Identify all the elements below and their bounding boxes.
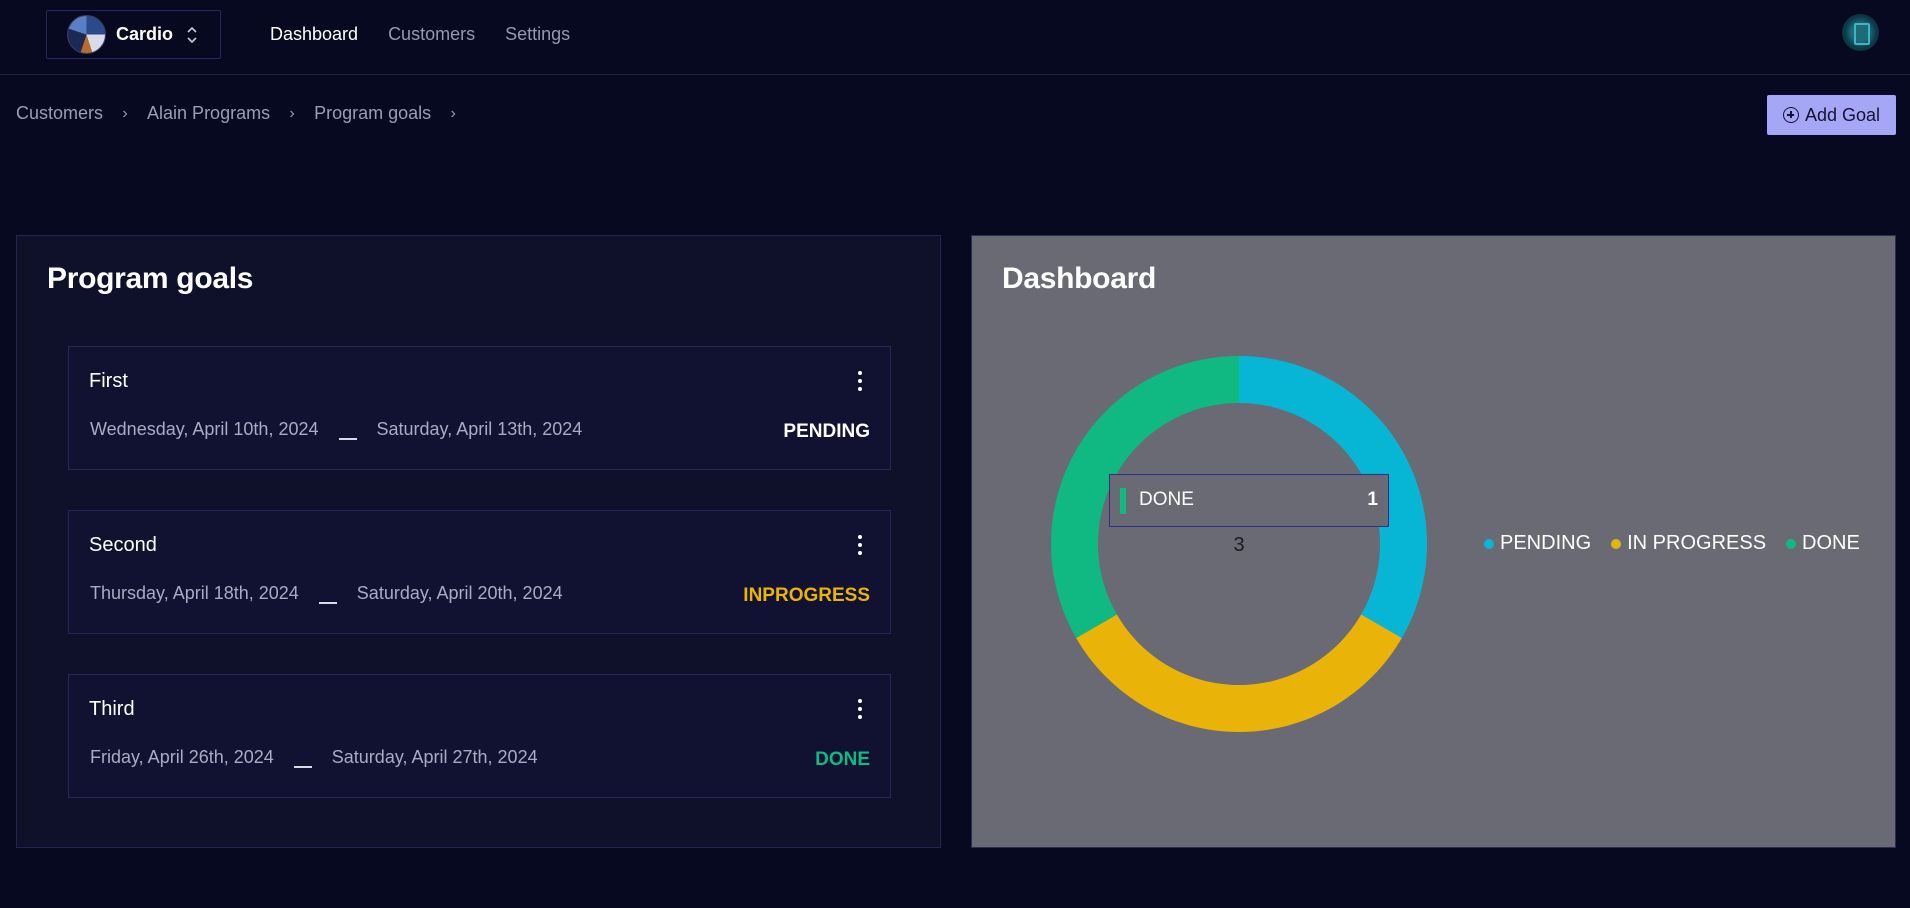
chevron-right-icon: › (122, 104, 128, 122)
goal-status-badge: PENDING (783, 421, 870, 442)
nav-customers[interactable]: Customers (388, 22, 475, 46)
breadcrumb-customers[interactable]: Customers (16, 103, 103, 124)
program-goals-panel: Program goals First Wednesday, April 10t… (16, 235, 941, 848)
goal-end-date: Saturday, April 13th, 2024 (376, 419, 583, 439)
legend-dot (1611, 538, 1622, 549)
more-vertical-icon[interactable] (856, 533, 864, 557)
chart-legend: PENDING IN PROGRESS DONE (1484, 532, 1860, 555)
goal-status-badge: INPROGRESS (743, 585, 870, 606)
date-separator (293, 754, 312, 768)
dashboard-panel: Dashboard 3 DONE 1 PENDING IN PROGRESS DON… (971, 235, 1896, 848)
legend-item-in-progress[interactable]: IN PROGRESS (1611, 532, 1766, 555)
chevron-right-icon: › (289, 104, 295, 122)
user-avatar[interactable] (1842, 14, 1879, 51)
legend-item-done[interactable]: DONE (1786, 532, 1860, 555)
donut-center-total: 3 (1233, 534, 1244, 556)
goal-start-date: Wednesday, April 10th, 2024 (90, 419, 319, 439)
goal-dates: Wednesday, April 10th, 2024 Saturday, Ap… (90, 419, 582, 440)
add-goal-button[interactable]: Add Goal (1767, 95, 1896, 135)
goal-start-date: Friday, April 26th, 2024 (90, 747, 274, 767)
tooltip-value: 1 (1367, 489, 1378, 510)
date-separator (318, 590, 337, 604)
donut-slice-in-progress[interactable] (1076, 614, 1402, 733)
legend-label: PENDING (1500, 532, 1592, 554)
chart-tooltip: DONE 1 (1109, 474, 1389, 527)
legend-dot (1484, 538, 1494, 549)
add-goal-label: Add Goal (1804, 104, 1881, 125)
breadcrumb-program-goals[interactable]: Program goals (314, 103, 431, 124)
goal-end-date: Saturday, April 20th, 2024 (356, 583, 563, 603)
legend-label: DONE (1802, 532, 1860, 554)
goal-dates: Friday, April 26th, 2024 Saturday, April… (90, 747, 538, 768)
team-name: Cardio (116, 24, 174, 44)
tooltip-swatch (1120, 488, 1126, 514)
goal-card[interactable]: Third Friday, April 26th, 2024 Saturday,… (68, 674, 891, 798)
program-goals-title: Program goals (47, 262, 254, 295)
goal-start-date: Thursday, April 18th, 2024 (90, 583, 299, 603)
chevron-right-icon: › (450, 104, 456, 122)
legend-item-pending[interactable]: PENDING (1484, 532, 1591, 555)
goal-card[interactable]: Second Thursday, April 18th, 2024 Saturd… (68, 510, 891, 634)
tooltip-label: DONE (1139, 489, 1194, 510)
breadcrumb-alain-programs[interactable]: Alain Programs (147, 103, 270, 124)
plus-circle-icon (1782, 107, 1799, 123)
team-switcher[interactable]: Cardio (46, 10, 221, 59)
goal-title: First (89, 370, 128, 392)
chevron-up-down-icon (187, 26, 197, 43)
legend-dot (1786, 538, 1797, 549)
nav-dashboard[interactable]: Dashboard (270, 22, 358, 46)
date-separator (338, 426, 357, 440)
breadcrumb: Customers › Alain Programs › Program goa… (16, 103, 475, 124)
nav-settings[interactable]: Settings (505, 22, 570, 46)
top-navigation-bar: Cardio Dashboard Customers Settings (0, 0, 1910, 75)
goal-title: Third (89, 698, 135, 720)
goal-end-date: Saturday, April 27th, 2024 (331, 747, 538, 767)
more-vertical-icon[interactable] (856, 369, 864, 393)
team-avatar (67, 15, 106, 54)
legend-label: IN PROGRESS (1627, 532, 1767, 554)
main-nav: Dashboard Customers Settings (270, 22, 570, 46)
goal-dates: Thursday, April 18th, 2024 Saturday, Apr… (90, 583, 563, 604)
goal-card[interactable]: First Wednesday, April 10th, 2024 Saturd… (68, 346, 891, 470)
goal-title: Second (89, 534, 157, 556)
goal-status-badge: DONE (815, 749, 870, 770)
more-vertical-icon[interactable] (856, 697, 864, 721)
